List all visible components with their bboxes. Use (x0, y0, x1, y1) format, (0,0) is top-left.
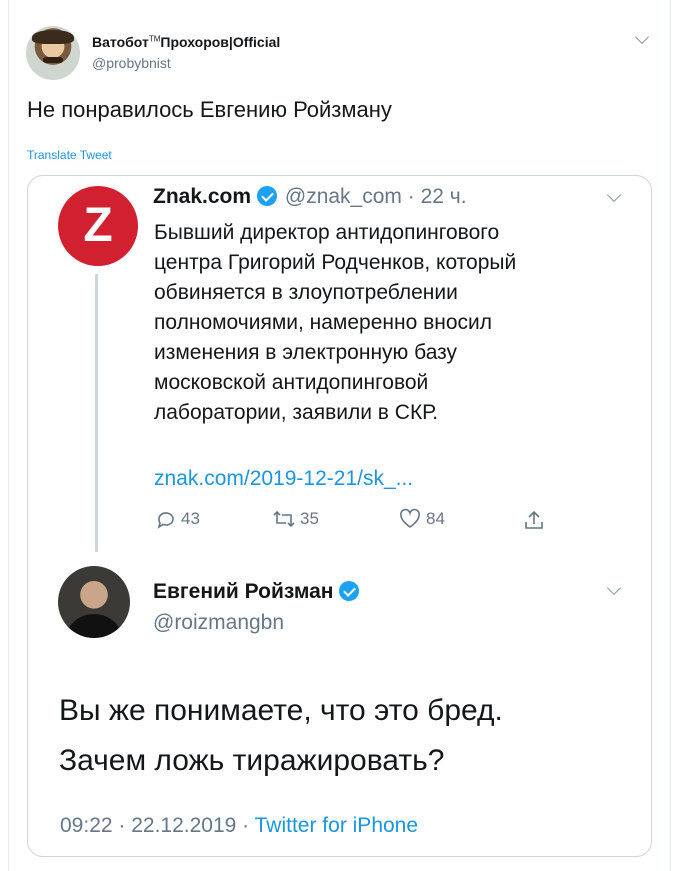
roizman-avatar[interactable] (58, 566, 130, 638)
author-name-tm: TM (148, 34, 161, 44)
znak-text-line: центра Григорий Родченков, который (154, 251, 517, 274)
avatar-hat (32, 30, 74, 44)
roizman-name[interactable]: Евгений Ройзман (153, 580, 361, 604)
roizman-source-link[interactable]: Twitter for iPhone (255, 814, 418, 837)
author-name-part2: Прохоров|Official (160, 34, 281, 50)
znak-tweet-text: Бывший директор антидопингового центра Г… (154, 218, 614, 428)
znak-text-line: московской антидопинговой (154, 371, 429, 394)
roizman-timestamp[interactable]: 09:22 · 22.12.2019 · (60, 814, 249, 837)
retweet-button[interactable]: 35 (272, 508, 319, 534)
roizman-text-line: Зачем ложь тиражировать? (59, 744, 445, 777)
znak-text-line: изменения в электронную базу (154, 341, 458, 364)
like-button[interactable]: 84 (398, 508, 445, 534)
tweet-text: Не понравилось Евгению Ройзману (27, 97, 392, 122)
chevron-down-icon[interactable] (634, 29, 650, 45)
reply-count: 43 (181, 509, 200, 528)
avatar-shirt (64, 614, 124, 638)
znak-text-line: лаборатории, заявили в СКР. (154, 401, 439, 424)
verified-badge-icon (339, 581, 360, 601)
reply-button[interactable]: 43 (155, 508, 200, 534)
author-avatar[interactable] (26, 26, 80, 80)
znak-time[interactable]: · 22 ч. (408, 185, 467, 208)
znak-header: Znak.com @znak_com · 22 ч. (153, 185, 467, 209)
share-icon (525, 510, 543, 529)
frame-left-border (8, 0, 9, 871)
roizman-name-text: Евгений Ройзман (153, 580, 334, 603)
heart-icon (400, 508, 420, 528)
author-name[interactable]: ВатоботTMПрохоров|Official (92, 34, 280, 50)
thread-line (95, 274, 98, 552)
retweet-count: 35 (300, 509, 319, 528)
author-name-part1: Ватобот (92, 34, 149, 50)
like-count: 84 (426, 509, 445, 528)
avatar-mustache (43, 57, 63, 63)
roizman-text-line: Вы же понимаете, что это бред. (59, 694, 503, 727)
znak-handle[interactable]: @znak_com (285, 185, 402, 208)
znak-text-line: Бывший директор антидопингового (154, 221, 500, 244)
retweet-icon (273, 510, 295, 528)
roizman-tweet-text: Вы же понимаете, что это бред. Зачем лож… (59, 686, 503, 786)
author-handle[interactable]: @probybnist (92, 55, 171, 71)
reply-icon (157, 512, 174, 529)
verified-badge-icon (257, 186, 278, 206)
znak-name[interactable]: Znak.com (153, 185, 251, 208)
znak-logo-letter: Z (83, 199, 113, 252)
roizman-tweet-meta: 09:22 · 22.12.2019 · Twitter for iPhone (60, 814, 418, 838)
znak-text-line: полномочиями, намеренно вносил (154, 311, 493, 334)
translate-tweet-link[interactable]: Translate Tweet (27, 148, 112, 162)
frame-right-border (670, 0, 671, 871)
znak-avatar[interactable]: Z (58, 186, 138, 266)
roizman-handle[interactable]: @roizmangbn (153, 611, 284, 635)
share-button[interactable] (522, 508, 546, 534)
znak-text-line: обвиняется в злоупотреблении (154, 281, 458, 304)
znak-article-link[interactable]: znak.com/2019-12-21/sk_... (154, 467, 413, 491)
